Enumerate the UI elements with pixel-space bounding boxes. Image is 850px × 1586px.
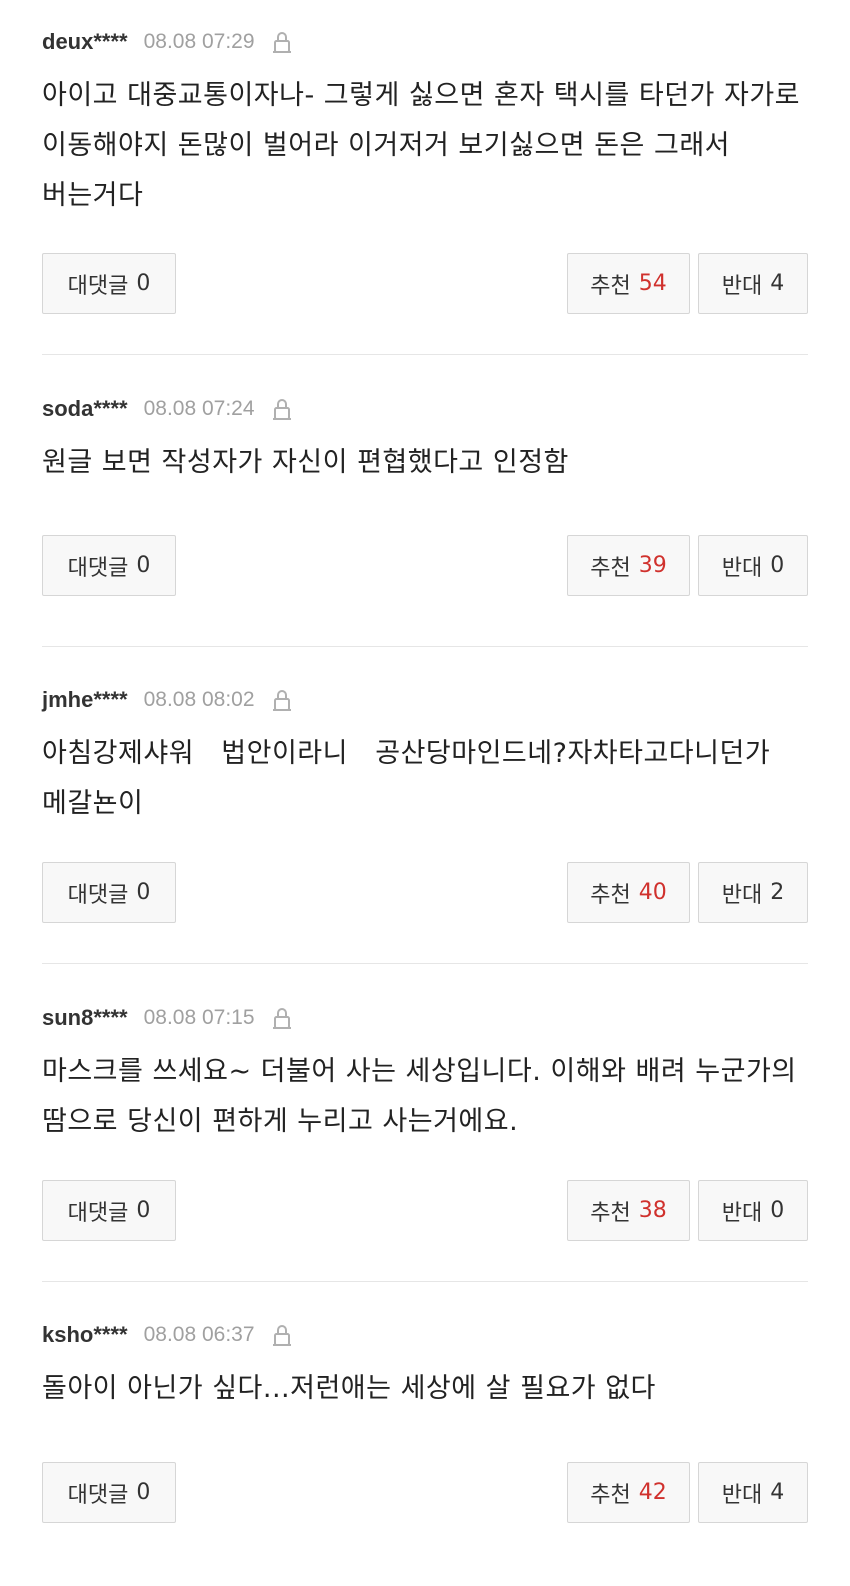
comment-text: 원글 보면 작성자가 자신이 편협했다고 인정함 [42, 447, 569, 478]
reply-button[interactable]: 대댓글 0 [42, 862, 176, 923]
like-count: 40 [638, 880, 667, 905]
reply-count: 0 [136, 1198, 151, 1223]
dislike-button[interactable]: 반대 0 [698, 535, 808, 596]
comment-actions: 대댓글 0 추천 42 반대 4 [42, 1462, 808, 1523]
comment-actions: 대댓글 0 추천 38 반대 0 [42, 1180, 808, 1241]
dislike-count: 4 [770, 1480, 785, 1505]
like-button[interactable]: 추천 42 [567, 1462, 690, 1523]
comment-item: deux**** 08.08 07:29 아이고 대중교통이자나- 그렇게 싫으… [42, 0, 808, 355]
comment-timestamp: 08.08 07:29 [143, 30, 255, 53]
like-button[interactable]: 추천 40 [567, 862, 690, 923]
comment-username: soda**** [42, 396, 128, 421]
comment-list: deux**** 08.08 07:29 아이고 대중교통이자나- 그렇게 싫으… [0, 0, 850, 1586]
reply-label: 대댓글 [67, 273, 129, 299]
dislike-button[interactable]: 반대 2 [698, 862, 808, 923]
comment-username: deux**** [42, 29, 128, 54]
like-label: 추천 [590, 1482, 631, 1508]
comment-timestamp: 08.08 07:24 [143, 397, 255, 420]
comment-text: 아침강제샤워 법안이라니 공산당마인드네?자차타고다니던가 메갈뇬이 [42, 738, 780, 819]
dislike-button[interactable]: 반대 4 [698, 1462, 808, 1523]
comment-item: soda**** 08.08 07:24 원글 보면 작성자가 자신이 편협했다… [42, 355, 808, 647]
like-label: 추천 [590, 555, 631, 581]
dislike-label: 반대 [721, 1200, 763, 1226]
like-count: 54 [638, 271, 667, 296]
comment-meta: ksho**** 08.08 06:37 [42, 1320, 808, 1350]
like-count: 38 [638, 1198, 667, 1223]
dislike-count: 2 [770, 880, 785, 905]
reply-button[interactable]: 대댓글 0 [42, 1462, 176, 1523]
reply-count: 0 [136, 1480, 151, 1505]
dislike-label: 반대 [721, 555, 763, 581]
reply-label: 대댓글 [67, 1200, 129, 1226]
dislike-count: 0 [770, 1198, 785, 1223]
comment-meta: jmhe**** 08.08 08:02 [42, 685, 808, 715]
reply-label: 대댓글 [67, 882, 129, 908]
comment-item: ksho**** 08.08 06:37 돌아이 아닌가 싶다...저런애는 세… [42, 1282, 808, 1586]
reply-count: 0 [136, 880, 151, 905]
like-label: 추천 [590, 882, 631, 908]
dislike-button[interactable]: 반대 0 [698, 1180, 808, 1241]
like-button[interactable]: 추천 39 [567, 535, 690, 596]
comment-text: 아이고 대중교통이자나- 그렇게 싫으면 혼자 택시를 타던가 자가로 이동해야… [42, 80, 800, 211]
comment-timestamp: 08.08 08:02 [143, 688, 255, 711]
comment-item: jmhe**** 08.08 08:02 아침강제샤워 법안이라니 공산당마인드… [42, 647, 808, 964]
comment-meta: sun8**** 08.08 07:15 [42, 1003, 808, 1033]
dislike-count: 0 [770, 553, 785, 578]
comment-item: sun8**** 08.08 07:15 마스크를 쓰세요~ 더불어 사는 세상… [42, 964, 808, 1282]
lock-icon [272, 690, 291, 711]
comment-meta: soda**** 08.08 07:24 [42, 394, 808, 424]
comment-username: jmhe**** [42, 687, 128, 712]
dislike-count: 4 [770, 271, 785, 296]
reply-count: 0 [136, 553, 151, 578]
comment-timestamp: 08.08 07:15 [143, 1006, 255, 1029]
like-label: 추천 [590, 1200, 631, 1226]
dislike-label: 반대 [721, 882, 763, 908]
comment-username: ksho**** [42, 1322, 128, 1347]
reply-button[interactable]: 대댓글 0 [42, 535, 176, 596]
lock-icon [272, 399, 291, 420]
lock-icon [272, 32, 291, 53]
reply-label: 대댓글 [67, 555, 129, 581]
dislike-label: 반대 [721, 273, 763, 299]
like-label: 추천 [590, 273, 631, 299]
comment-actions: 대댓글 0 추천 39 반대 0 [42, 535, 808, 596]
like-button[interactable]: 추천 38 [567, 1180, 690, 1241]
reply-label: 대댓글 [67, 1482, 129, 1508]
like-count: 39 [638, 553, 667, 578]
dislike-button[interactable]: 반대 4 [698, 253, 808, 314]
dislike-label: 반대 [721, 1482, 763, 1508]
comment-meta: deux**** 08.08 07:29 [42, 27, 808, 57]
comment-actions: 대댓글 0 추천 40 반대 2 [42, 862, 808, 923]
comment-actions: 대댓글 0 추천 54 반대 4 [42, 253, 808, 314]
reply-count: 0 [136, 271, 151, 296]
comment-text: 돌아이 아닌가 싶다...저런애는 세상에 살 필요가 없다 [42, 1373, 656, 1404]
lock-icon [272, 1325, 291, 1346]
comment-username: sun8**** [42, 1005, 128, 1030]
comment-text: 마스크를 쓰세요~ 더불어 사는 세상입니다. 이해와 배려 누군가의 땀으로 … [42, 1056, 797, 1137]
lock-icon [272, 1008, 291, 1029]
comment-timestamp: 08.08 06:37 [143, 1323, 255, 1346]
like-count: 42 [638, 1480, 667, 1505]
reply-button[interactable]: 대댓글 0 [42, 253, 176, 314]
like-button[interactable]: 추천 54 [567, 253, 690, 314]
reply-button[interactable]: 대댓글 0 [42, 1180, 176, 1241]
